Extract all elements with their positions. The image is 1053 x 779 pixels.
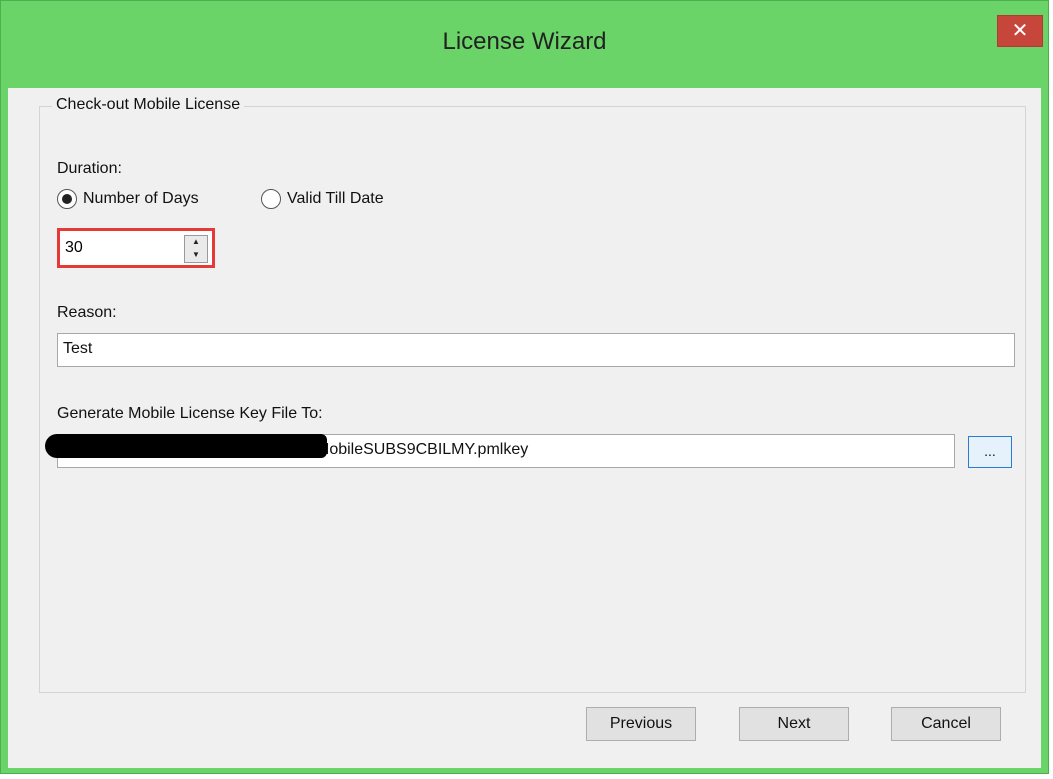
- next-button[interactable]: Next: [739, 707, 849, 741]
- stepper-buttons: ▲ ▼: [184, 235, 208, 263]
- title-bar: License Wizard ✕: [1, 1, 1048, 88]
- days-stepper: ▲ ▼: [57, 228, 215, 268]
- dialog-body: Check-out Mobile License Duration: Numbe…: [8, 88, 1041, 768]
- days-input[interactable]: [63, 234, 173, 262]
- window-title: License Wizard: [442, 28, 607, 55]
- previous-button[interactable]: Previous: [586, 707, 696, 741]
- license-wizard-window: License Wizard ✕ Check-out Mobile Licens…: [0, 0, 1049, 774]
- close-icon: ✕: [1011, 20, 1029, 42]
- radio-number-of-days-label: Number of Days: [83, 190, 199, 207]
- reason-input[interactable]: Test: [57, 333, 1015, 367]
- close-button[interactable]: ✕: [997, 15, 1043, 47]
- radio-valid-till-date-label: Valid Till Date: [287, 190, 384, 207]
- stepper-down-icon[interactable]: ▼: [185, 249, 207, 262]
- stepper-up-icon[interactable]: ▲: [185, 236, 207, 249]
- duration-label: Duration:: [57, 160, 122, 177]
- output-path-label: Generate Mobile License Key File To:: [57, 405, 323, 422]
- redaction-mark: [45, 434, 327, 458]
- radio-selected-icon: [57, 189, 77, 209]
- cancel-button[interactable]: Cancel: [891, 707, 1001, 741]
- checkout-groupbox: Check-out Mobile License Duration: Numbe…: [39, 96, 1026, 693]
- radio-number-of-days[interactable]: Number of Days: [57, 189, 199, 209]
- browse-button[interactable]: ...: [968, 436, 1012, 468]
- groupbox-title: Check-out Mobile License: [52, 96, 245, 114]
- radio-unselected-icon: [261, 189, 281, 209]
- radio-valid-till-date[interactable]: Valid Till Date: [261, 189, 384, 209]
- reason-label: Reason:: [57, 304, 117, 321]
